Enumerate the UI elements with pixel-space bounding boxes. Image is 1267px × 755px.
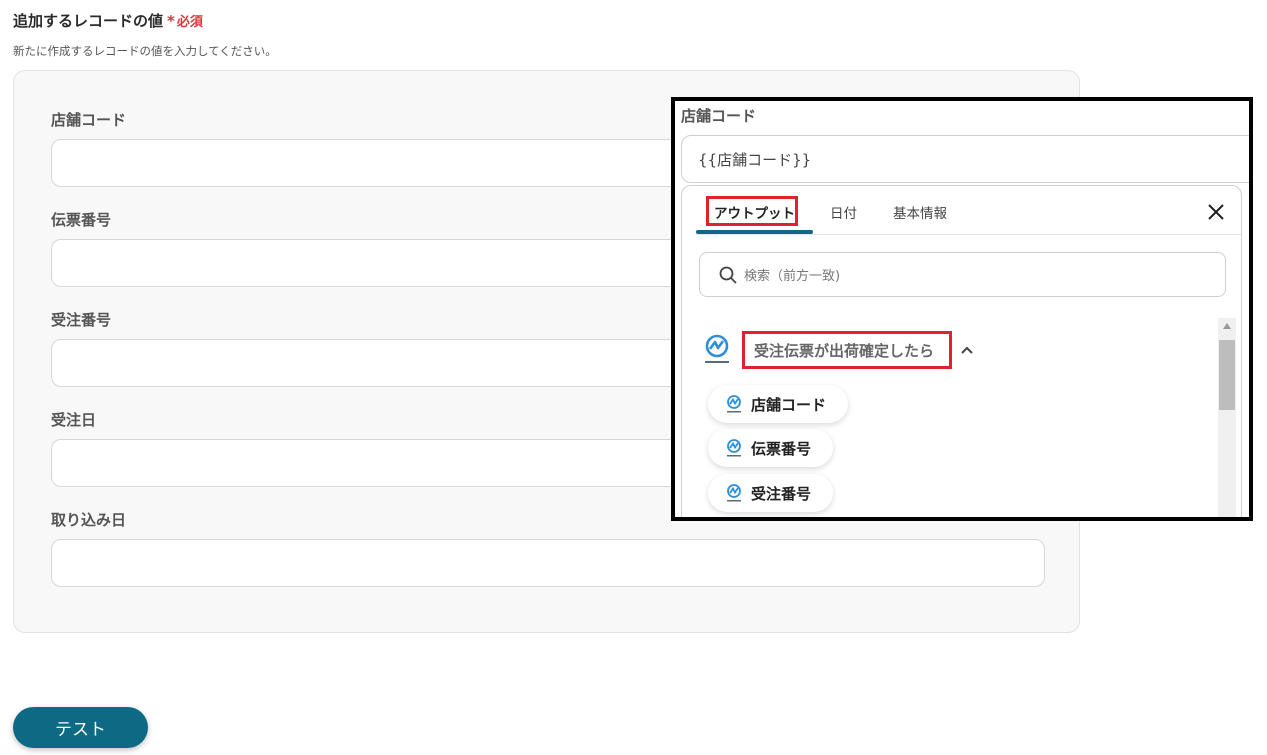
popup-field-input[interactable]: {{店舗コード}} <box>681 135 1249 183</box>
field-label-store-code: 店舗コード <box>51 111 127 129</box>
section-description: 新たに作成するレコードの値を入力してください。 <box>13 44 277 58</box>
active-tab-indicator <box>696 230 813 234</box>
required-asterisk: * <box>167 11 175 30</box>
field-label-slip-number: 伝票番号 <box>51 211 112 229</box>
required-label: 必須 <box>176 15 203 30</box>
import-date-input[interactable] <box>51 539 1045 587</box>
variable-picker-popup: アウトプット 日付 基本情報 検索（前方一致) 受注伝票が出荷確定したら 店舗コ… <box>681 185 1242 517</box>
tab-output[interactable]: アウトプット <box>714 202 795 222</box>
chevron-up-icon[interactable] <box>960 343 974 357</box>
output-item-label: 店舗コード <box>751 395 827 414</box>
group-title-highlight-box: 受注伝票が出荷確定したら <box>742 331 952 369</box>
tab-basic-info[interactable]: 基本情報 <box>893 202 947 222</box>
scroll-up-arrow-icon[interactable] <box>1222 322 1232 330</box>
output-item-label: 受注番号 <box>751 484 812 503</box>
popup-field-label: 店舗コード <box>681 107 757 125</box>
output-item-label: 伝票番号 <box>751 439 812 458</box>
zoomed-callout-content: 店舗コード {{店舗コード}} アウトプット 日付 基本情報 検索（前方一致) … <box>675 101 1249 517</box>
close-icon[interactable] <box>1207 203 1225 221</box>
output-item-order-number[interactable]: 受注番号 <box>708 474 834 512</box>
next-engine-logo-icon <box>727 395 741 413</box>
next-engine-logo-icon <box>727 484 741 502</box>
group-title: 受注伝票が出荷確定したら <box>754 341 935 360</box>
section-title: 追加するレコードの値 * 必須 <box>13 10 203 31</box>
search-icon <box>719 266 737 284</box>
output-item-slip-number[interactable]: 伝票番号 <box>708 429 834 467</box>
popup-field-value: {{店舗コード}} <box>698 150 812 169</box>
field-label-order-date: 受注日 <box>51 411 97 429</box>
search-placeholder: 検索（前方一致) <box>744 269 841 284</box>
scrollbar-thumb[interactable] <box>1219 340 1235 410</box>
section-title-text: 追加するレコードの値 <box>13 12 164 30</box>
field-label-order-number: 受注番号 <box>51 311 112 329</box>
next-engine-logo-icon <box>727 439 741 457</box>
zoomed-callout: 店舗コード {{店舗コード}} アウトプット 日付 基本情報 検索（前方一致) … <box>671 97 1253 521</box>
test-button[interactable]: テスト <box>13 707 148 748</box>
tab-date[interactable]: 日付 <box>830 202 857 222</box>
required-badge: * 必須 <box>167 11 203 31</box>
popup-scrollbar[interactable] <box>1218 318 1236 517</box>
next-engine-logo-icon <box>705 334 729 363</box>
popup-tabs: アウトプット 日付 基本情報 <box>696 186 1241 235</box>
search-input[interactable]: 検索（前方一致) <box>699 252 1226 297</box>
field-label-import-date: 取り込み日 <box>51 511 127 529</box>
output-item-store-code[interactable]: 店舗コード <box>708 385 849 423</box>
trigger-group-header[interactable]: 受注伝票が出荷確定したら <box>702 331 974 369</box>
